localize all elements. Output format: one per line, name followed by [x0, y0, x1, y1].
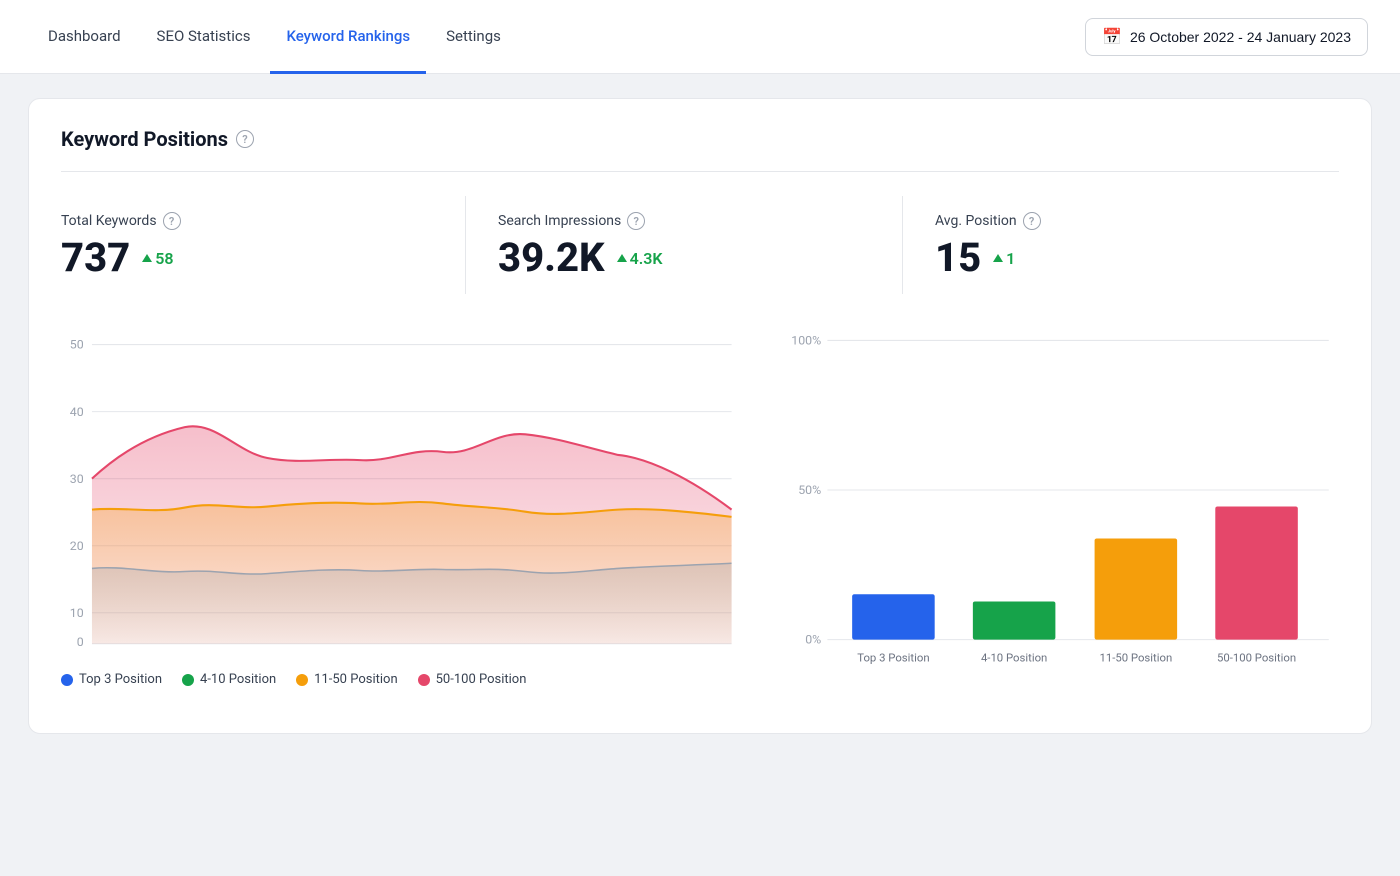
- svg-text:Oct '22: Oct '22: [74, 653, 110, 656]
- main-content: Keyword Positions ? Total Keywords ? 737: [0, 74, 1400, 758]
- bar-top3: [852, 594, 935, 639]
- svg-text:10 Nov: 10 Nov: [167, 653, 203, 656]
- svg-text:0: 0: [77, 636, 84, 650]
- app-container: Dashboard SEO Statistics Keyword Ranking…: [0, 0, 1400, 876]
- stat-change-impressions: 4.3K: [617, 249, 663, 268]
- help-icon-position[interactable]: ?: [1023, 212, 1041, 230]
- svg-text:11-50 Position: 11-50 Position: [1099, 650, 1172, 664]
- svg-text:20: 20: [70, 540, 84, 554]
- line-chart: 50 40 30 20 10 0: [61, 326, 742, 656]
- bar-chart-container: 100% 50% 0%: [782, 326, 1339, 701]
- date-range-button[interactable]: 📅 26 October 2022 - 24 January 2023: [1085, 18, 1368, 56]
- svg-text:10: 10: [70, 607, 84, 621]
- top-nav: Dashboard SEO Statistics Keyword Ranking…: [0, 0, 1400, 74]
- stat-change-keywords: 58: [142, 249, 173, 268]
- svg-text:Dec '22: Dec '22: [352, 653, 390, 656]
- svg-text:50%: 50%: [798, 484, 821, 498]
- calendar-icon: 📅: [1102, 27, 1122, 47]
- bar-50-100: [1215, 507, 1298, 640]
- stat-label-keywords: Total Keywords ?: [61, 212, 441, 230]
- svg-text:40: 40: [70, 406, 84, 420]
- gray-area: [92, 563, 732, 643]
- bar-chart: 100% 50% 0%: [782, 326, 1339, 697]
- legend-dot-top3: [61, 674, 73, 686]
- legend-item-top3: Top 3 Position: [61, 672, 162, 687]
- line-chart-container: 50 40 30 20 10 0: [61, 326, 742, 687]
- legend-dot-4-10: [182, 674, 194, 686]
- bar-11-50: [1094, 539, 1177, 640]
- tab-dashboard[interactable]: Dashboard: [32, 1, 137, 74]
- chart-legend: Top 3 Position 4-10 Position 11-50 Posit…: [61, 672, 742, 687]
- nav-tabs: Dashboard SEO Statistics Keyword Ranking…: [32, 0, 517, 73]
- svg-text:Top 3 Position: Top 3 Position: [857, 650, 929, 664]
- arrow-up-icon: [142, 254, 152, 262]
- legend-item-11-50: 11-50 Position: [296, 672, 397, 687]
- svg-text:30: 30: [70, 473, 84, 487]
- svg-text:4-10 Position: 4-10 Position: [981, 650, 1047, 664]
- svg-text:20 Jan: 20 Jan: [663, 653, 697, 656]
- keyword-positions-card: Keyword Positions ? Total Keywords ? 737: [28, 98, 1372, 734]
- stat-label-position: Avg. Position ?: [935, 212, 1315, 230]
- legend-item-4-10: 4-10 Position: [182, 672, 276, 687]
- svg-text:100%: 100%: [791, 335, 821, 349]
- tab-keyword-rankings[interactable]: Keyword Rankings: [270, 1, 426, 74]
- charts-row: 50 40 30 20 10 0: [61, 326, 1339, 701]
- arrow-up-icon: [993, 254, 1003, 262]
- stats-row: Total Keywords ? 737 58 Search Impress: [61, 196, 1339, 294]
- stat-change-position: 1: [993, 249, 1015, 268]
- svg-text:50: 50: [70, 339, 84, 353]
- stat-total-keywords: Total Keywords ? 737 58: [61, 196, 466, 294]
- stat-search-impressions: Search Impressions ? 39.2K 4.3K: [466, 196, 903, 294]
- stat-value-keywords: 737: [61, 238, 130, 278]
- svg-text:20 Dec: 20 Dec: [456, 653, 491, 656]
- svg-text:0%: 0%: [805, 634, 821, 648]
- bar-4-10: [973, 601, 1056, 639]
- legend-dot-11-50: [296, 674, 308, 686]
- svg-text:Jan '23: Jan '23: [548, 653, 584, 656]
- stat-value-position: 15: [935, 238, 981, 278]
- help-icon[interactable]: ?: [236, 130, 254, 148]
- help-icon-keywords[interactable]: ?: [163, 212, 181, 230]
- card-title-row: Keyword Positions ?: [61, 127, 1339, 172]
- arrow-up-icon: [617, 254, 627, 262]
- legend-item-50-100: 50-100 Position: [418, 672, 527, 687]
- svg-text:50-100 Position: 50-100 Position: [1217, 650, 1296, 664]
- svg-text:20 Nov: 20 Nov: [260, 653, 296, 656]
- tab-seo-statistics[interactable]: SEO Statistics: [141, 1, 267, 74]
- help-icon-impressions[interactable]: ?: [627, 212, 645, 230]
- tab-settings[interactable]: Settings: [430, 1, 517, 74]
- legend-dot-50-100: [418, 674, 430, 686]
- card-title: Keyword Positions: [61, 127, 228, 151]
- stat-avg-position: Avg. Position ? 15 1: [903, 196, 1339, 294]
- stat-label-impressions: Search Impressions ?: [498, 212, 878, 230]
- stat-value-impressions: 39.2K: [498, 238, 605, 278]
